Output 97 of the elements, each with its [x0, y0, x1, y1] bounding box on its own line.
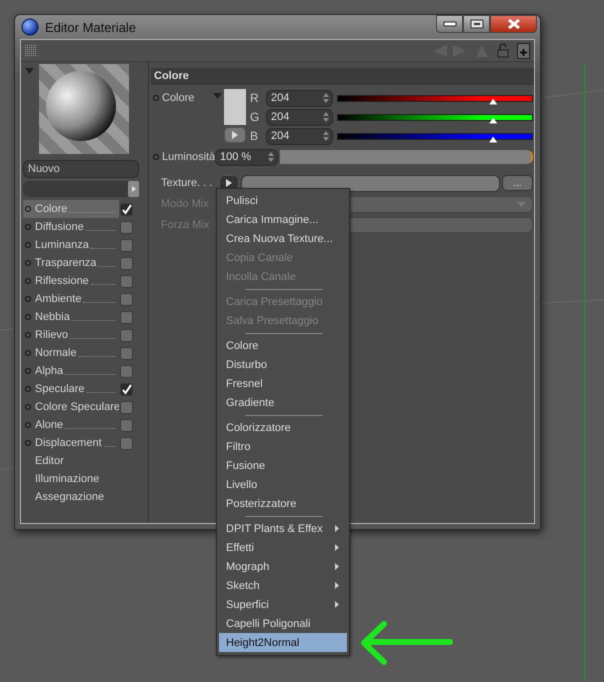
number-field[interactable]: 204	[266, 128, 333, 144]
menu-item[interactable]: Filtro	[219, 437, 347, 456]
menu-item[interactable]: Crea Nuova Texture...	[219, 229, 347, 248]
checkbox[interactable]	[120, 418, 133, 432]
color-label: Colore	[151, 89, 213, 107]
checkbox[interactable]	[120, 202, 133, 216]
material-name-field[interactable]: Nuovo	[23, 160, 139, 178]
checkbox[interactable]	[120, 310, 133, 324]
menu-item[interactable]: Pulisci	[219, 191, 347, 210]
play-icon	[232, 131, 238, 139]
menu-item[interactable]: Fresnel	[219, 374, 347, 393]
texture-label: Texture. . .	[160, 176, 214, 191]
color-swatch[interactable]	[224, 89, 246, 125]
number-field[interactable]: 204	[266, 90, 333, 106]
menu-item[interactable]: Posterizzatore	[219, 494, 347, 513]
channel-item[interactable]: Speculare	[23, 380, 119, 398]
section-header: Colore	[151, 68, 534, 85]
submenu-arrow-icon	[335, 563, 339, 570]
menu-item[interactable]: Superfici	[219, 595, 347, 614]
checkbox[interactable]	[120, 328, 133, 342]
maximize-button[interactable]	[463, 15, 490, 33]
luminosity-label: Luminosità	[151, 148, 213, 166]
checkbox[interactable]	[120, 274, 133, 288]
channel-item[interactable]: Displacement	[23, 434, 119, 452]
play-icon	[226, 179, 232, 187]
checkbox[interactable]	[120, 436, 133, 450]
menu-item[interactable]: Colore	[219, 336, 347, 355]
dropdown-arrow-icon[interactable]	[213, 93, 222, 99]
submenu-arrow-icon	[335, 601, 339, 608]
menu-item[interactable]: Carica Immagine...	[219, 210, 347, 229]
channel-label: G	[250, 110, 260, 124]
color-slider-track[interactable]	[337, 132, 533, 140]
menu-item[interactable]: Gradiente	[219, 393, 347, 412]
channel-item[interactable]: Rilievo	[23, 326, 119, 344]
slider-thumb[interactable]	[489, 136, 498, 142]
color-slider-track[interactable]	[337, 94, 533, 102]
checkbox[interactable]	[120, 346, 133, 360]
browse-button[interactable]: ...	[502, 175, 533, 191]
checkbox[interactable]	[120, 220, 133, 234]
channel-label: B	[250, 129, 260, 143]
menu-item[interactable]: Capelli Poligonali	[219, 614, 347, 633]
channel-item[interactable]: Luminanza	[23, 236, 119, 254]
channel-item[interactable]: Nebbia	[23, 308, 119, 326]
color-slider-track[interactable]	[337, 114, 533, 120]
menu-item[interactable]: DPIT Plants & Effex	[219, 519, 347, 538]
spinner-arrows-icon[interactable]	[323, 131, 329, 141]
menu-item[interactable]: Disturbo	[219, 355, 347, 374]
channel-item[interactable]: Editor	[23, 452, 119, 470]
menu-item[interactable]: Fusione	[219, 456, 347, 475]
layer-field[interactable]	[23, 181, 139, 197]
maximize-icon	[470, 19, 484, 29]
channel-item[interactable]: Assegnazione	[23, 488, 119, 506]
submenu-arrow-icon	[335, 544, 339, 551]
arrow-button-icon[interactable]	[128, 181, 139, 197]
window-title: Editor Materiale	[45, 20, 136, 34]
checkbox[interactable]	[120, 292, 133, 306]
channel-item[interactable]: Alone	[23, 416, 119, 434]
number-field[interactable]: 100 %	[215, 148, 278, 166]
channel-label: R	[250, 91, 260, 105]
expand-button[interactable]	[224, 127, 246, 143]
texture-field[interactable]	[241, 174, 500, 192]
channel-item[interactable]: Riflessione	[23, 272, 119, 290]
channel-item[interactable]: Alpha	[23, 362, 119, 380]
sphere-icon	[21, 18, 39, 36]
menu-item[interactable]: Height2Normal	[219, 633, 347, 652]
channel-item[interactable]: Ambiente	[23, 290, 119, 308]
checkbox[interactable]	[120, 238, 133, 252]
add-icon[interactable]	[517, 42, 530, 58]
menu-item[interactable]: Livello	[219, 475, 347, 494]
spinner-arrows-icon[interactable]	[323, 93, 329, 103]
close-icon	[506, 19, 520, 29]
checkbox[interactable]	[120, 400, 133, 414]
slider-thumb[interactable]	[489, 98, 498, 104]
minimize-button[interactable]	[436, 15, 463, 33]
spinner-arrows-icon[interactable]	[323, 112, 329, 122]
checkbox[interactable]	[120, 382, 133, 396]
submenu-arrow-icon	[335, 525, 339, 532]
collapse-arrow-icon[interactable]	[25, 68, 34, 74]
submenu-arrow-icon	[335, 582, 339, 589]
spinner-arrows-icon[interactable]	[268, 152, 274, 162]
channel-item[interactable]: Trasparenza	[23, 254, 119, 272]
channel-item[interactable]: Illuminazione	[23, 470, 119, 488]
channel-item[interactable]: Diffusione	[23, 218, 119, 236]
channel-item[interactable]: Normale	[23, 344, 119, 362]
menu-item[interactable]: Mograph	[219, 557, 347, 576]
menu-item[interactable]: Sketch	[219, 576, 347, 595]
checkbox[interactable]	[120, 364, 133, 378]
slider-thumb[interactable]	[489, 118, 498, 124]
grip-icon[interactable]	[25, 44, 37, 56]
menu-item[interactable]: Colorizzatore	[219, 418, 347, 437]
minimize-icon	[442, 20, 456, 28]
close-button[interactable]	[490, 15, 537, 33]
checkbox[interactable]	[120, 256, 133, 270]
menu-item[interactable]: Effetti	[219, 538, 347, 557]
lock-icon[interactable]	[497, 43, 509, 58]
channel-item[interactable]: Colore	[23, 200, 119, 218]
number-field[interactable]: 204	[266, 108, 333, 126]
